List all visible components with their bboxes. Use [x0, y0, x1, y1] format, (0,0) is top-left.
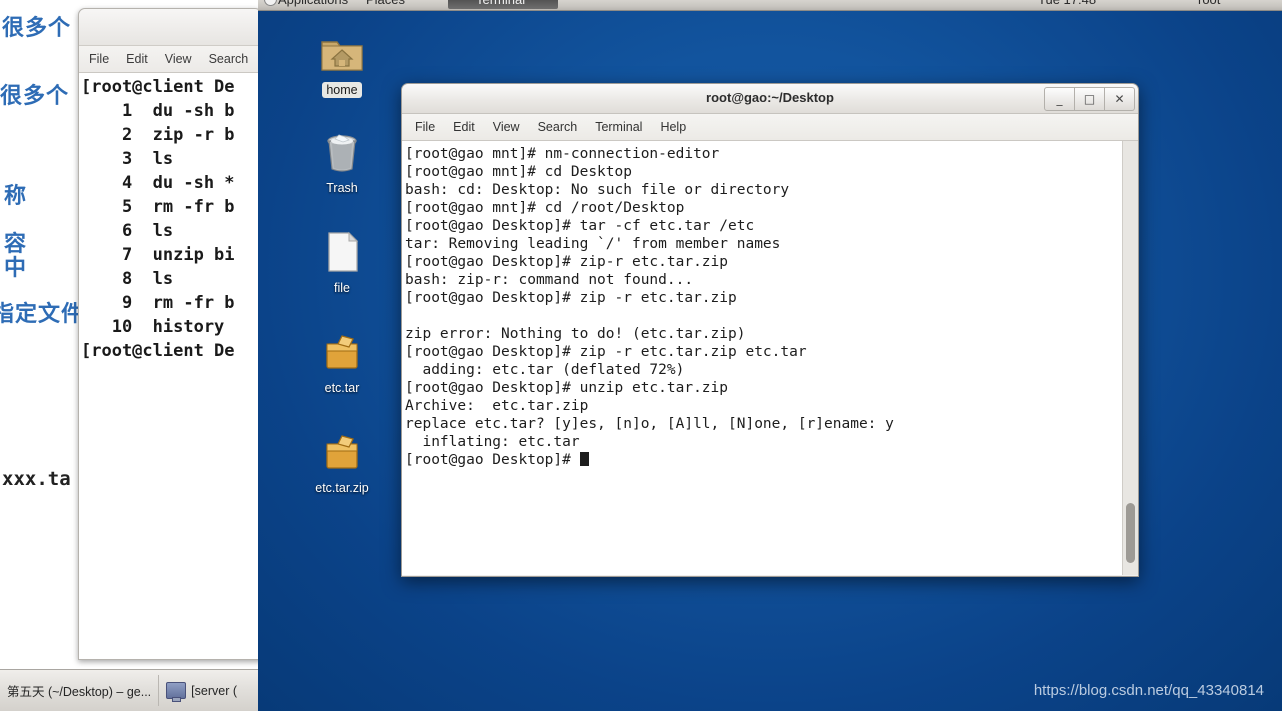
bg-term-line: [root@client De: [81, 341, 235, 361]
screen-root: 很多个 很多个 称 容 中 指定文件 xxx.ta File Edit View…: [0, 0, 1282, 711]
trash-icon: [327, 134, 357, 172]
bg-term-line: 2 zip -r b: [81, 125, 235, 145]
doc-text-fragment: 中: [4, 256, 28, 281]
archive-icon: [326, 335, 358, 369]
terminal-line: inflating: etc.tar: [405, 434, 580, 450]
terminal-prompt: [root@gao Desktop]#: [405, 452, 580, 468]
panel-applications-menu[interactable]: Applications: [278, 0, 348, 7]
panel-active-window-label: Terminal: [476, 0, 525, 7]
bg-menu-edit[interactable]: Edit: [126, 52, 148, 66]
desktop-icon-label: file: [334, 281, 350, 295]
terminal-titlebar[interactable]: root@gao:~/Desktop _ □ ✕: [402, 84, 1138, 114]
desktop-icon-etc-tar-zip[interactable]: etc.tar.zip: [303, 428, 381, 497]
bg-term-line: 10 history: [81, 317, 225, 337]
desktop-icon-etc-tar[interactable]: etc.tar: [303, 328, 381, 397]
terminal-line: [root@gao mnt]# cd /root/Desktop: [405, 200, 685, 216]
bg-term-line: 6 ls: [81, 221, 174, 241]
desktop-icon-label: home: [322, 82, 362, 98]
terminal-line: Archive: etc.tar.zip: [405, 398, 589, 414]
panel-user-menu[interactable]: root: [1198, 0, 1220, 7]
watermark-text: https://blog.csdn.net/qq_43340814: [1033, 682, 1264, 699]
menu-help[interactable]: Help: [660, 120, 686, 134]
terminal-line: [root@gao Desktop]# zip-r etc.tar.zip: [405, 254, 729, 270]
terminal-title: root@gao:~/Desktop: [706, 90, 834, 105]
terminal-line: [root@gao Desktop]# unzip etc.tar.zip: [405, 380, 729, 396]
doc-text-fragment: 很多个: [2, 16, 72, 41]
terminal-window[interactable]: root@gao:~/Desktop _ □ ✕ File Edit View …: [401, 83, 1139, 577]
doc-text-fragment: 很多个: [0, 84, 70, 109]
bg-menu-search[interactable]: Search: [209, 52, 249, 66]
doc-text-fragment: 指定文件: [0, 302, 80, 327]
bg-term-line: 1 du -sh b: [81, 101, 235, 121]
terminal-line: replace etc.tar? [y]es, [n]o, [A]ll, [N]…: [405, 416, 894, 432]
window-controls[interactable]: _ □ ✕: [1044, 87, 1135, 111]
terminal-output[interactable]: [root@gao mnt]# nm-connection-editor [ro…: [402, 141, 1122, 575]
taskbar-item-label: [server (: [191, 683, 237, 698]
background-window-titlebar[interactable]: [79, 9, 261, 46]
menu-file[interactable]: File: [415, 120, 435, 134]
archive-icon: [326, 435, 358, 469]
document-icon: [328, 231, 359, 272]
desktop-icon-trash[interactable]: Trash: [303, 128, 381, 197]
menu-terminal[interactable]: Terminal: [595, 120, 642, 134]
scrollbar-thumb[interactable]: [1126, 503, 1135, 563]
terminal-prompt-line[interactable]: [root@gao Desktop]#: [405, 451, 1122, 469]
terminal-line: [root@gao mnt]# nm-connection-editor: [405, 146, 720, 162]
terminal-line: [root@gao Desktop]# zip -r etc.tar.zip e…: [405, 344, 807, 360]
terminal-line: bash: zip-r: command not found...: [405, 272, 694, 288]
desktop-icon-label: Trash: [326, 181, 358, 195]
terminal-line: bash: cd: Desktop: No such file or direc…: [405, 182, 790, 198]
bg-term-line: 4 du -sh *: [81, 173, 235, 193]
panel-active-window[interactable]: Terminal: [448, 0, 558, 9]
desktop-icon-label: etc.tar.zip: [315, 481, 369, 495]
background-window-menubar[interactable]: File Edit View Search: [79, 46, 261, 73]
close-button[interactable]: ✕: [1105, 87, 1135, 111]
bottom-taskbar[interactable]: 第五天 (~/Desktop) – ge... [server (: [0, 669, 258, 711]
background-document[interactable]: 很多个 很多个 称 容 中 指定文件 xxx.ta: [0, 0, 80, 711]
doc-mono-fragment: xxx.ta: [2, 468, 71, 490]
minimize-button[interactable]: _: [1044, 87, 1075, 111]
terminal-cursor: [579, 452, 589, 466]
bg-term-line: 7 unzip bi: [81, 245, 235, 265]
bg-term-line: 9 rm -fr b: [81, 293, 235, 313]
bg-menu-view[interactable]: View: [165, 52, 192, 66]
terminal-line: [root@gao Desktop]# tar -cf etc.tar /etc: [405, 218, 755, 234]
bg-menu-file[interactable]: File: [89, 52, 109, 66]
terminal-line: zip error: Nothing to do! (etc.tar.zip): [405, 326, 746, 342]
desktop-icon-home[interactable]: home: [303, 30, 381, 99]
bg-term-line: 8 ls: [81, 269, 174, 289]
panel-places-menu[interactable]: Places: [366, 0, 405, 7]
menu-edit[interactable]: Edit: [453, 120, 475, 134]
bg-term-line: 5 rm -fr b: [81, 197, 235, 217]
gnome-top-panel[interactable]: Applications Places Terminal Tue 17:48 r…: [258, 0, 1282, 11]
home-folder-icon: [321, 41, 363, 71]
taskbar-item-editor[interactable]: 第五天 (~/Desktop) – ge...: [0, 675, 160, 706]
background-terminal-window[interactable]: File Edit View Search [root@client De 1 …: [78, 8, 262, 660]
terminal-line: adding: etc.tar (deflated 72%): [405, 362, 685, 378]
background-terminal-output[interactable]: [root@client De 1 du -sh b 2 zip -r b 3 …: [79, 73, 261, 659]
bg-term-line: [root@client De: [81, 77, 235, 97]
maximize-button[interactable]: □: [1075, 87, 1105, 111]
terminal-line: [root@gao Desktop]# zip -r etc.tar.zip: [405, 290, 737, 306]
applications-menu-icon[interactable]: [264, 0, 277, 6]
menu-view[interactable]: View: [493, 120, 520, 134]
menu-search[interactable]: Search: [538, 120, 578, 134]
terminal-menubar[interactable]: File Edit View Search Terminal Help: [402, 114, 1138, 141]
desktop-icon-file[interactable]: file: [303, 228, 381, 297]
desktop-icon-label: etc.tar: [324, 381, 360, 395]
terminal-body[interactable]: [root@gao mnt]# nm-connection-editor [ro…: [402, 141, 1138, 575]
panel-clock[interactable]: Tue 17:48: [1038, 0, 1096, 7]
doc-text-fragment: 称: [4, 184, 28, 209]
terminal-line: tar: Removing leading `/' from member na…: [405, 236, 781, 252]
taskbar-item-label: 第五天 (~/Desktop) – ge...: [7, 685, 152, 699]
monitor-icon: [166, 682, 187, 702]
terminal-line: [root@gao mnt]# cd Desktop: [405, 164, 632, 180]
bg-term-line: 3 ls: [81, 149, 174, 169]
taskbar-item-server[interactable]: [server (: [159, 675, 244, 706]
terminal-scrollbar[interactable]: [1122, 141, 1138, 575]
